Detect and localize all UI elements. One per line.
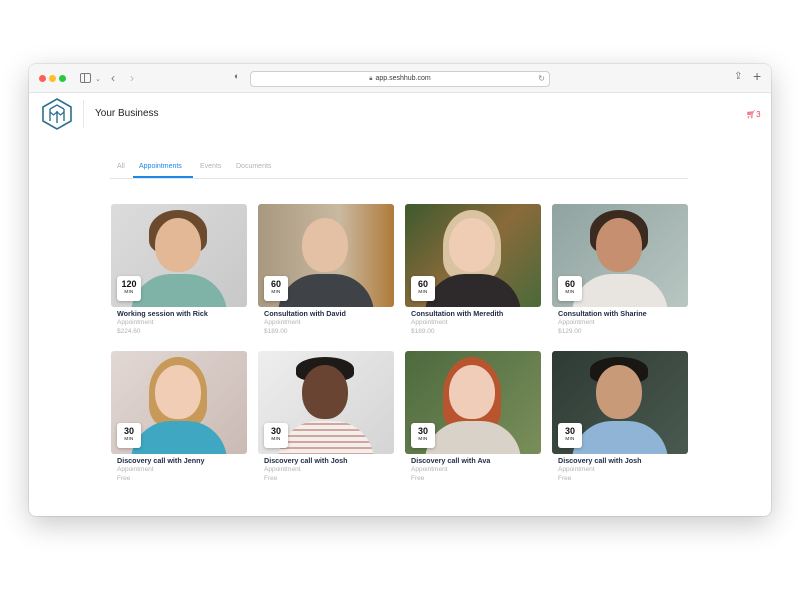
card-price: Free	[411, 475, 425, 482]
card-type: Appointment	[264, 319, 301, 326]
chevron-down-icon[interactable]: ⌄	[95, 73, 101, 87]
url-text: app.seshhub.com	[375, 75, 431, 82]
duration-unit: MIN	[124, 436, 134, 441]
card-type: Appointment	[117, 319, 154, 326]
service-card[interactable]: 30 MIN Discovery call with Josh Appointm…	[258, 351, 394, 491]
duration-value: 60	[564, 279, 575, 289]
service-card[interactable]: 30 MIN Discovery call with Josh Appointm…	[552, 351, 688, 491]
duration-unit: MIN	[418, 436, 428, 441]
card-price: Free	[117, 475, 131, 482]
browser-toolbar: ⌄ ‹ › ◐ 🔒︎ app.seshhub.com ↻ ⇪ +	[29, 64, 771, 93]
tab-all[interactable]: All	[117, 163, 125, 170]
service-card[interactable]: 60 MIN Consultation with Sharine Appoint…	[552, 204, 688, 344]
duration-value: 60	[417, 279, 428, 289]
privacy-shield-icon[interactable]: ◐	[234, 71, 239, 81]
card-type: Appointment	[411, 466, 448, 473]
card-type: Appointment	[411, 319, 448, 326]
card-title: Working session with Rick	[117, 309, 208, 318]
service-card[interactable]: 120 MIN Working session with Rick Appoin…	[111, 204, 247, 344]
card-type: Appointment	[558, 319, 595, 326]
card-title: Discovery call with Ava	[411, 456, 491, 465]
share-icon[interactable]: ⇪	[734, 71, 742, 82]
card-title: Consultation with David	[264, 309, 346, 318]
duration-badge: 30 MIN	[411, 423, 435, 448]
card-title: Consultation with Meredith	[411, 309, 504, 318]
back-arrow-icon[interactable]: ‹	[111, 71, 115, 85]
card-price: $129.00	[558, 328, 582, 335]
service-card[interactable]: 60 MIN Consultation with Meredith Appoin…	[405, 204, 541, 344]
duration-unit: MIN	[124, 289, 134, 294]
new-tab-icon[interactable]: +	[753, 68, 761, 84]
duration-value: 30	[270, 426, 281, 436]
browser-window: ⌄ ‹ › ◐ 🔒︎ app.seshhub.com ↻ ⇪ + Your Bus…	[29, 64, 771, 516]
duration-value: 60	[270, 279, 281, 289]
duration-badge: 60 MIN	[558, 276, 582, 301]
active-tab-indicator	[133, 176, 193, 178]
tab-documents[interactable]: Documents	[236, 163, 271, 170]
minimize-window-button[interactable]	[49, 75, 56, 82]
cart-button[interactable]: 🛒︎3	[746, 110, 761, 119]
card-title: Discovery call with Josh	[558, 456, 642, 465]
forward-arrow-icon[interactable]: ›	[130, 71, 134, 85]
duration-unit: MIN	[271, 436, 281, 441]
maximize-window-button[interactable]	[59, 75, 66, 82]
service-card[interactable]: 60 MIN Consultation with David Appointme…	[258, 204, 394, 344]
card-price: $189.00	[264, 328, 288, 335]
duration-value: 30	[564, 426, 575, 436]
duration-value: 120	[121, 279, 137, 289]
card-price: Free	[264, 475, 278, 482]
duration-badge: 120 MIN	[117, 276, 141, 301]
service-card[interactable]: 30 MIN Discovery call with Ava Appointme…	[405, 351, 541, 491]
card-type: Appointment	[117, 466, 154, 473]
address-bar[interactable]: 🔒︎ app.seshhub.com ↻	[250, 71, 550, 87]
service-card[interactable]: 30 MIN Discovery call with Jenny Appoint…	[111, 351, 247, 491]
tab-events[interactable]: Events	[200, 163, 221, 170]
card-price: $224.60	[117, 328, 141, 335]
duration-badge: 30 MIN	[558, 423, 582, 448]
duration-unit: MIN	[418, 289, 428, 294]
card-type: Appointment	[558, 466, 595, 473]
reload-icon[interactable]: ↻	[538, 72, 545, 86]
duration-value: 30	[123, 426, 134, 436]
close-window-button[interactable]	[39, 75, 46, 82]
business-name: Your Business	[95, 108, 159, 119]
header-divider	[83, 100, 84, 128]
duration-badge: 30 MIN	[264, 423, 288, 448]
card-title: Discovery call with Josh	[264, 456, 348, 465]
duration-badge: 60 MIN	[411, 276, 435, 301]
card-title: Consultation with Sharine	[558, 309, 647, 318]
seshhub-logo-icon[interactable]	[41, 98, 73, 130]
category-tabs: All Appointments Events Documents	[110, 160, 688, 179]
card-type: Appointment	[264, 466, 301, 473]
duration-badge: 30 MIN	[117, 423, 141, 448]
tab-appointments[interactable]: Appointments	[139, 163, 182, 170]
lock-icon: 🔒︎	[369, 76, 373, 82]
cart-count: 3	[756, 110, 761, 119]
duration-unit: MIN	[565, 289, 575, 294]
cart-icon: 🛒︎	[746, 110, 757, 119]
duration-badge: 60 MIN	[264, 276, 288, 301]
duration-unit: MIN	[271, 289, 281, 294]
card-title: Discovery call with Jenny	[117, 456, 205, 465]
duration-value: 30	[417, 426, 428, 436]
sidebar-toggle-icon[interactable]	[80, 73, 91, 83]
card-price: Free	[558, 475, 572, 482]
card-price: $189.00	[411, 328, 435, 335]
duration-unit: MIN	[565, 436, 575, 441]
